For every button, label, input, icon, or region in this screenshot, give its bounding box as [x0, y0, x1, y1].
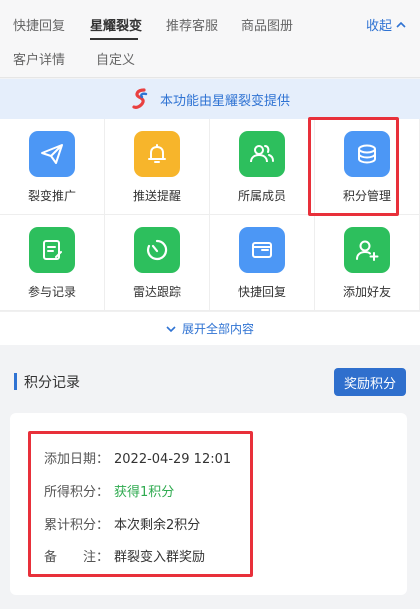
grid-item-participation-record[interactable]: 参与记录 [0, 215, 105, 311]
grid-item-label: 裂变推广 [27, 189, 76, 203]
grid-item-add-friend[interactable]: 添加好友 [315, 215, 420, 311]
record-note-key: 备 注： [44, 550, 110, 565]
grid-item-radar-tracking[interactable]: 雷达跟踪 [105, 215, 210, 311]
record-icon [29, 227, 75, 273]
reward-points-button[interactable]: 奖励积分 [334, 368, 406, 396]
top-nav: 快捷回复 星耀裂变 推荐客服 商品图册 收起 客户详情 自定义 [0, 0, 420, 78]
grid-item-label: 雷达跟踪 [132, 285, 181, 299]
provider-banner: 本功能由星耀裂变提供 [0, 79, 420, 119]
collapse-label: 收起 [365, 19, 392, 34]
expand-label: 展开全部内容 [181, 322, 254, 336]
bell-icon [134, 131, 180, 177]
grid-item-label: 参与记录 [27, 285, 76, 299]
record-points-value: 获得1积分 [114, 485, 175, 500]
chevron-down-icon [166, 325, 176, 332]
tab-custom[interactable]: 自定义 [96, 49, 135, 68]
grid-item-label: 积分管理 [342, 189, 391, 203]
tab-recommend-service[interactable]: 推荐客服 [166, 15, 218, 34]
paper-plane-icon [29, 131, 75, 177]
record-note-value: 群裂变入群奖励 [114, 550, 206, 565]
grid-item-members[interactable]: 所属成员 [210, 119, 315, 215]
tab-quick-reply[interactable]: 快捷回复 [13, 15, 65, 34]
grid-item-label: 添加好友 [342, 285, 391, 299]
brand-logo-icon [132, 88, 148, 109]
collapse-button[interactable]: 收起 [366, 15, 406, 34]
record-total-key: 累计积分： [44, 518, 110, 533]
section-title: 积分记录 [24, 375, 80, 391]
grid-item-push-reminder[interactable]: 推送提醒 [105, 119, 210, 215]
grid-item-fission-promote[interactable]: 裂变推广 [0, 119, 105, 215]
users-icon [239, 131, 285, 177]
points-record-card [10, 413, 407, 595]
tab-star-fission[interactable]: 星耀裂变 [90, 15, 142, 34]
radar-icon [134, 227, 180, 273]
coins-icon [344, 131, 390, 177]
section-accent-bar [14, 373, 17, 390]
expand-all-button[interactable]: 展开全部内容 [0, 311, 420, 345]
record-date-row: 添加日期： 2022-04-29 12:01 [44, 448, 231, 467]
envelope-icon [239, 227, 285, 273]
record-date-key: 添加日期： [44, 452, 110, 467]
record-date-value: 2022-04-29 12:01 [114, 452, 232, 467]
record-points-key: 所得积分： [44, 485, 110, 500]
record-note-row: 备 注： 群裂变入群奖励 [44, 546, 205, 565]
feature-grid: 裂变推广 推送提醒 所属成员 积分管理 参与记录 雷达跟踪 快捷回复 添加好友 [0, 119, 420, 311]
record-points-row: 所得积分： 获得1积分 [44, 481, 174, 500]
record-total-row: 累计积分： 本次剩余2积分 [44, 514, 200, 533]
grid-item-label: 推送提醒 [132, 189, 181, 203]
tab-product-album[interactable]: 商品图册 [241, 15, 293, 34]
active-tab-indicator [90, 38, 138, 40]
add-user-icon [344, 227, 390, 273]
grid-item-label: 所属成员 [237, 189, 286, 203]
points-record-header: 积分记录 奖励积分 [14, 368, 406, 396]
grid-item-points-manage[interactable]: 积分管理 [315, 119, 420, 215]
tab-customer-detail[interactable]: 客户详情 [13, 49, 65, 68]
grid-item-quick-reply[interactable]: 快捷回复 [210, 215, 315, 311]
record-total-value: 本次剩余2积分 [114, 518, 201, 533]
grid-item-label: 快捷回复 [237, 285, 286, 299]
chevron-up-icon [396, 21, 406, 28]
banner-text: 本功能由星耀裂变提供 [159, 93, 290, 109]
